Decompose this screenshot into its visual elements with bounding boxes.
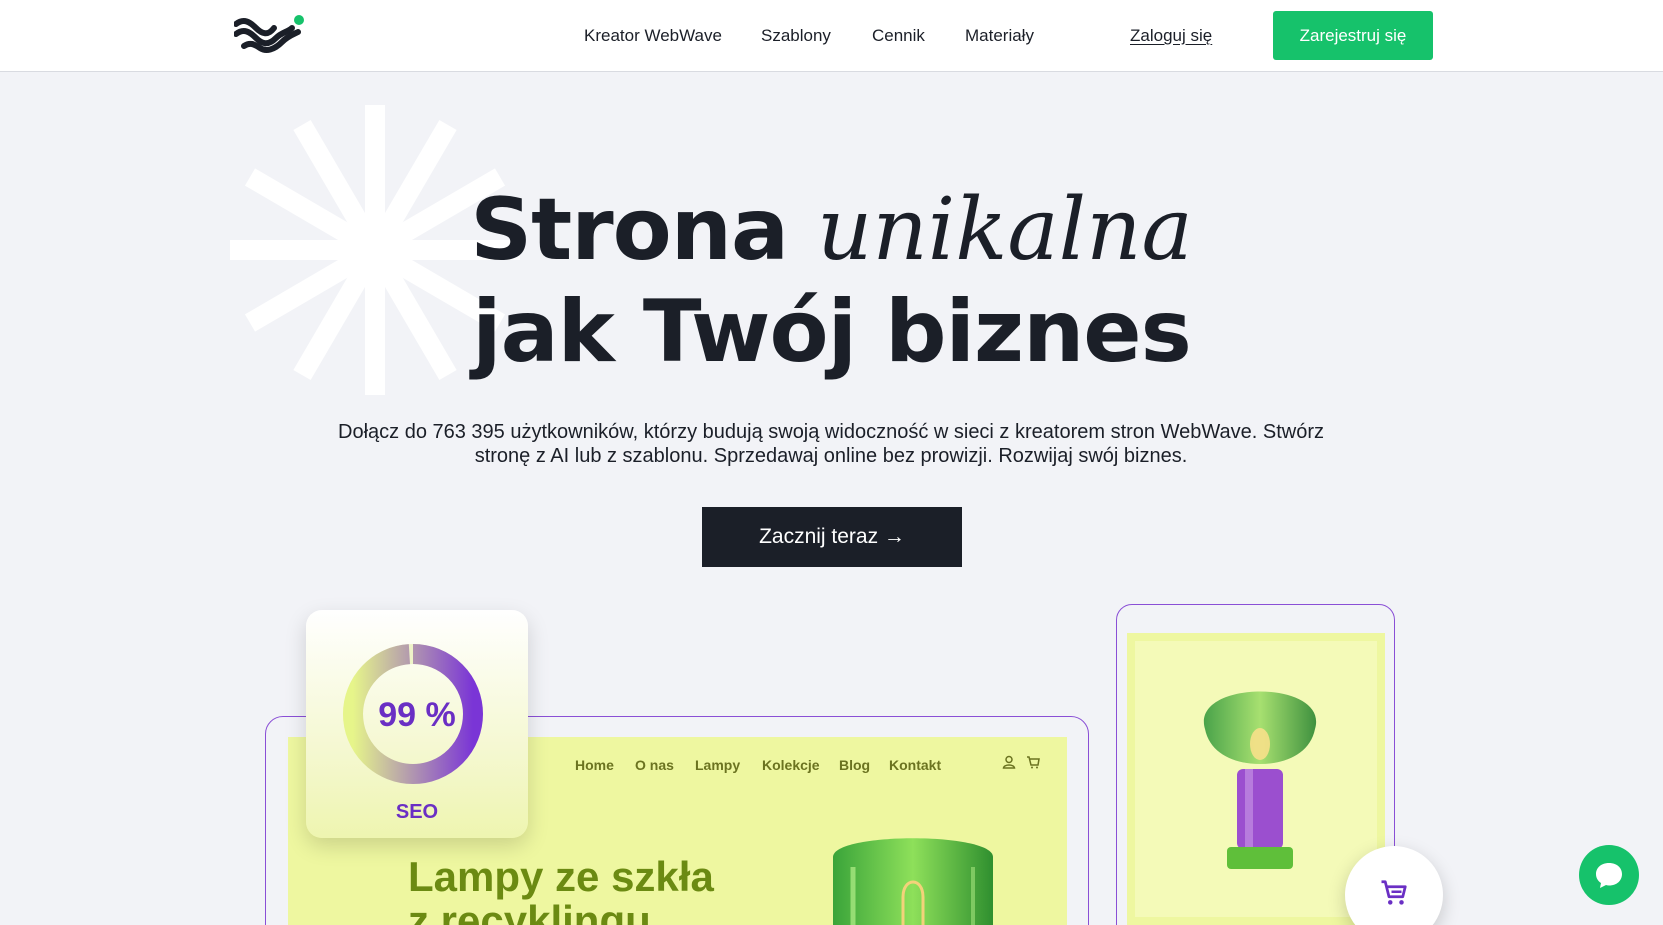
preview-icons: [1002, 755, 1040, 769]
phone-product-card: [1135, 641, 1377, 917]
signup-button[interactable]: Zarejestruj się: [1273, 11, 1433, 60]
preview-heading-line2: z recyklingu: [408, 897, 651, 925]
hero-title-italic: unikalna: [816, 180, 1193, 280]
chat-button[interactable]: [1579, 845, 1639, 905]
start-now-button[interactable]: Zacznij teraz →: [702, 507, 962, 567]
login-link[interactable]: Zaloguj się: [1130, 26, 1212, 46]
hero-title-line2: jak Twój biznes: [472, 282, 1192, 382]
preview-nav-kolekcje: Kolekcje: [762, 757, 820, 773]
nav-cennik[interactable]: Cennik: [872, 26, 925, 46]
seo-percent: 99 %: [378, 696, 456, 734]
nav-kreator-webwave[interactable]: Kreator WebWave: [584, 26, 722, 46]
preview-nav-home: Home: [575, 757, 614, 773]
webwave-logo[interactable]: [234, 14, 306, 54]
seo-score-card: 99 % SEO: [306, 610, 528, 838]
preview-nav-o-nas: O nas: [635, 757, 674, 773]
seo-label: SEO: [395, 801, 439, 823]
preview-nav-blog: Blog: [839, 757, 871, 773]
site-header: Kreator WebWave Szablony Cennik Materiał…: [0, 0, 1663, 72]
preview-heading: Lampy ze szkła: [408, 853, 714, 900]
user-icon: [1002, 755, 1016, 769]
nav-materialy[interactable]: Materiały: [965, 26, 1034, 46]
hero-description: Dołącz do 763 395 użytkowników, którzy b…: [338, 421, 1324, 467]
preview-nav-kontakt: Kontakt: [889, 757, 942, 773]
glass-lamp-image: [833, 838, 993, 925]
hero-title-line1: Strona unikalna: [0, 180, 1663, 280]
chat-icon: [1596, 863, 1622, 888]
hero-title-word: Strona: [470, 180, 789, 280]
cart-icon: [1381, 880, 1407, 905]
table-lamp-image: [1203, 691, 1317, 869]
cart-icon: [1027, 756, 1040, 769]
nav-szablony[interactable]: Szablony: [761, 26, 831, 46]
preview-nav-lampy: Lampy: [695, 757, 741, 773]
